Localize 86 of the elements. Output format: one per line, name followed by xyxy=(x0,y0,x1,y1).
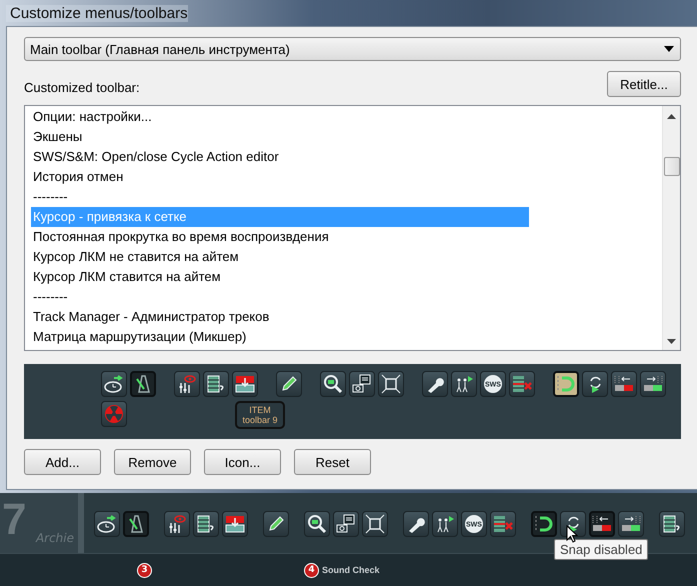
magnet-icon xyxy=(556,374,576,394)
toolbar-button[interactable] xyxy=(193,511,219,537)
toolbar-button[interactable] xyxy=(94,511,120,537)
toolbar-dropdown[interactable]: Main toolbar (Главная панель инструмента) xyxy=(24,37,681,61)
dialog-button[interactable]: Icon... xyxy=(204,449,281,475)
list-item[interactable]: Track Manager - Администратор треков xyxy=(31,307,529,327)
camera-icon xyxy=(336,514,356,534)
marker-badge[interactable]: 3 xyxy=(137,562,152,578)
toolbar-button[interactable] xyxy=(130,371,156,397)
camera-icon xyxy=(352,374,372,394)
toolbar-button[interactable] xyxy=(320,371,346,397)
toolbar-button[interactable] xyxy=(101,371,127,397)
scroll-down-icon xyxy=(667,339,676,344)
toolbar-button[interactable] xyxy=(304,511,330,537)
scroll-thumb[interactable] xyxy=(664,157,680,176)
move-right-icon xyxy=(643,374,663,394)
fullscreen-icon xyxy=(365,514,385,534)
walking-people-icon xyxy=(454,374,474,394)
list-item[interactable]: -------- xyxy=(31,187,529,207)
toolbar-button[interactable] xyxy=(582,371,608,397)
toolbar-button[interactable] xyxy=(164,511,190,537)
toolbar-button[interactable] xyxy=(349,371,375,397)
dropdown-arrow-icon xyxy=(664,46,674,52)
insert-item-icon xyxy=(225,514,245,534)
mixer-eye-icon xyxy=(177,374,197,394)
toolbar-button[interactable] xyxy=(451,371,477,397)
toolbar-button[interactable] xyxy=(222,511,248,537)
radiation-icon xyxy=(104,404,124,424)
toolbar-button[interactable] xyxy=(659,511,685,537)
move-right-icon xyxy=(621,514,641,534)
toolbar-button[interactable] xyxy=(362,511,388,537)
list-label: Customized toolbar: xyxy=(24,80,140,95)
toolbar-button[interactable] xyxy=(422,371,448,397)
move-left-icon xyxy=(592,514,612,534)
list-item[interactable]: Постоянная прокрутка во время воспроизвдения xyxy=(31,227,529,247)
retitle-button[interactable]: Retitle... xyxy=(607,71,681,97)
walking-people-icon xyxy=(435,514,455,534)
magnifier-icon xyxy=(323,374,343,394)
list-item[interactable]: История отмен xyxy=(31,167,529,187)
fullscreen-icon xyxy=(381,374,401,394)
remove-track-icon xyxy=(493,514,513,534)
toolbar-button[interactable] xyxy=(640,371,666,397)
toolbar-button[interactable] xyxy=(174,371,200,397)
toolbar-button[interactable] xyxy=(123,511,149,537)
insert-item-icon xyxy=(235,374,255,394)
list-item[interactable]: SWS/S&M: Open/close Cycle Action editor xyxy=(31,147,529,167)
magnet-icon xyxy=(534,514,554,534)
track-list-icon xyxy=(662,514,682,534)
toolbar-button[interactable] xyxy=(378,371,404,397)
tooltip: Snap disabled xyxy=(554,539,648,560)
list-item[interactable]: Экшены xyxy=(31,127,529,147)
toolbar-button[interactable] xyxy=(553,371,579,397)
dialog-button[interactable]: Add... xyxy=(24,449,101,475)
window-title: Customize menus/toolbars xyxy=(6,4,188,22)
list-item[interactable]: Курсор ЛКМ ставится на айтем xyxy=(31,267,529,287)
marker-name: Sound Check xyxy=(322,565,380,575)
scroll-up-icon xyxy=(667,114,676,119)
toolbar-button[interactable] xyxy=(618,511,644,537)
toolbar-button[interactable] xyxy=(589,511,615,537)
track-list-icon xyxy=(206,374,226,394)
dialog-button[interactable]: Remove xyxy=(114,449,191,475)
toolbar-button[interactable] xyxy=(203,371,229,397)
clock-icon xyxy=(97,514,117,534)
move-left-icon xyxy=(614,374,634,394)
toolbar-button[interactable] xyxy=(611,371,637,397)
list-item[interactable]: Опции: настройки... xyxy=(31,107,529,127)
mouse-pointer-icon xyxy=(566,525,578,543)
list-item[interactable]: -------- xyxy=(31,287,529,307)
remove-track-icon xyxy=(512,374,532,394)
mixer-eye-icon xyxy=(167,514,187,534)
dialog-button[interactable]: Reset xyxy=(294,449,371,475)
toolbar-button[interactable] xyxy=(263,511,289,537)
scrollbar[interactable] xyxy=(662,106,680,350)
toolbar-button[interactable] xyxy=(403,511,429,537)
track-list-icon xyxy=(196,514,216,534)
toolbar-button[interactable] xyxy=(232,371,258,397)
marker-badge[interactable]: 4 xyxy=(304,562,319,578)
list-item[interactable]: Матрица маршрутизации (Микшер) xyxy=(31,327,529,347)
toolbar-button[interactable] xyxy=(432,511,458,537)
toolbar-button[interactable] xyxy=(276,371,302,397)
toolbar-button[interactable] xyxy=(333,511,359,537)
clock-icon xyxy=(104,374,124,394)
item-toolbar-button[interactable]: ITEM toolbar 9 xyxy=(235,401,285,429)
magnifier-icon xyxy=(307,514,327,534)
list-item[interactable]: Курсор ЛКМ не ставится на айтем xyxy=(31,247,529,267)
toolbar-button[interactable] xyxy=(531,511,557,537)
